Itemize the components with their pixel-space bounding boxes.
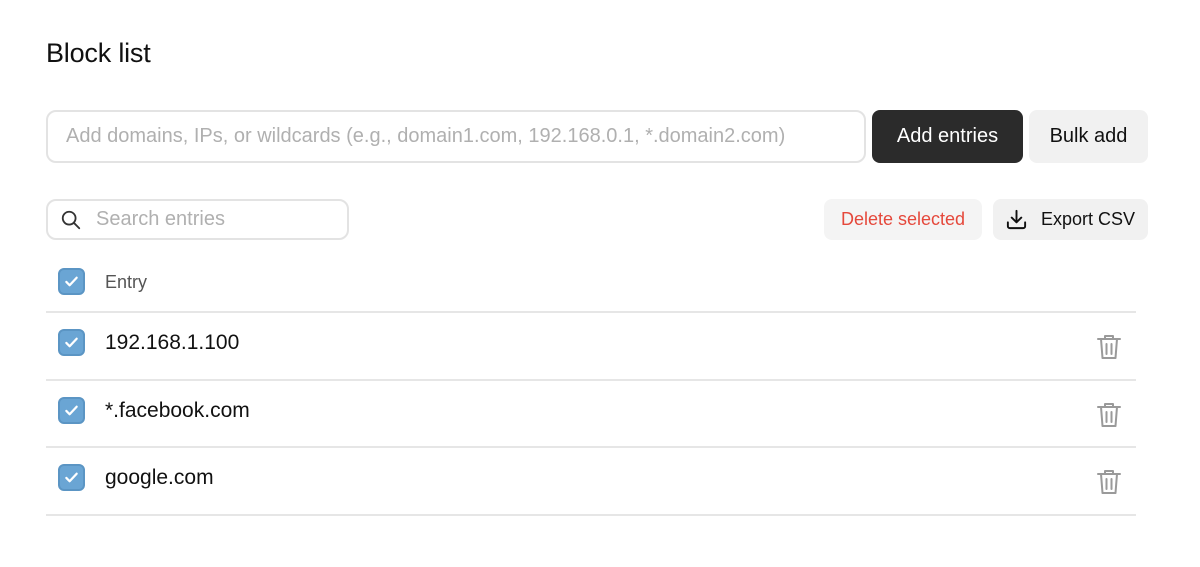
row-divider: [46, 379, 1136, 381]
entry-text: google.com: [105, 466, 214, 489]
select-all-checkbox[interactable]: [58, 268, 85, 295]
add-entries-button[interactable]: Add entries: [872, 110, 1023, 163]
check-icon: [65, 337, 78, 348]
table-divider: [46, 311, 1136, 313]
row-checkbox[interactable]: [58, 329, 85, 356]
page-title: Block list: [46, 38, 151, 68]
bulk-add-button[interactable]: Bulk add: [1029, 110, 1148, 163]
trash-icon[interactable]: [1096, 401, 1122, 429]
search-input[interactable]: [96, 201, 336, 238]
trash-icon[interactable]: [1096, 333, 1122, 361]
row-checkbox[interactable]: [58, 464, 85, 491]
export-csv-label: Export CSV: [1041, 209, 1136, 229]
row-divider: [46, 514, 1136, 516]
entry-column-header: Entry: [105, 272, 148, 292]
check-icon: [65, 405, 78, 416]
search-box[interactable]: [46, 199, 349, 240]
entry-text: 192.168.1.100: [105, 331, 240, 354]
trash-icon[interactable]: [1096, 468, 1122, 496]
entry-text: *.facebook.com: [105, 399, 250, 422]
check-icon: [65, 276, 78, 287]
row-divider: [46, 446, 1136, 448]
export-csv-button[interactable]: Export CSV: [993, 199, 1148, 240]
search-icon: [61, 210, 81, 230]
delete-selected-button[interactable]: Delete selected: [824, 199, 982, 240]
check-icon: [65, 472, 78, 483]
download-icon: [1006, 209, 1027, 230]
row-checkbox[interactable]: [58, 397, 85, 424]
add-entries-input[interactable]: [46, 110, 866, 163]
